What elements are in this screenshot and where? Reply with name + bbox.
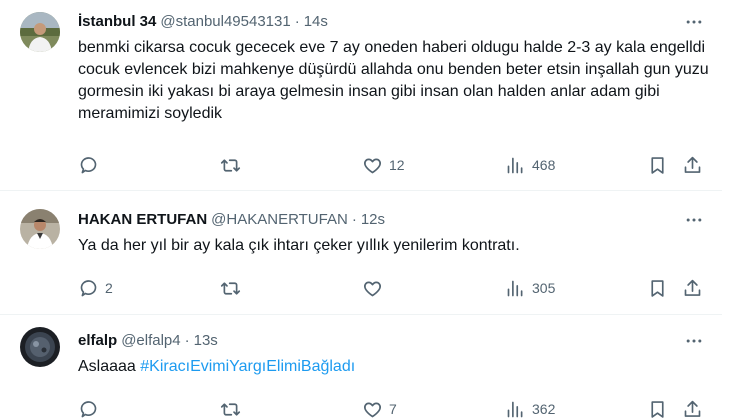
like-button[interactable] — [362, 276, 389, 300]
tweet-actions: 12 468 — [78, 153, 718, 177]
timestamp[interactable]: 12s — [361, 211, 385, 228]
hashtag-link[interactable]: #KiracıEvimiYargıElimiBağladı — [140, 358, 355, 375]
reply-icon — [80, 400, 97, 417]
avatar-elfalp[interactable] — [20, 327, 60, 367]
tweet-actions: 7 362 — [78, 397, 718, 420]
tweet-header: elfalp @elfalp4 · 13s — [78, 329, 218, 351]
avatar-hakanertufan[interactable] — [20, 209, 60, 249]
reply-icon — [80, 279, 97, 296]
bookmark-icon — [651, 156, 664, 174]
retweet-icon — [220, 402, 241, 416]
views-count: 468 — [532, 157, 556, 173]
tweet-header: İstanbul 34 @stanbul49543131 · 14s — [78, 10, 328, 32]
views-icon — [507, 157, 523, 173]
tweet-text: Ya da her yıl bir ay kala çık ihtarı çek… — [78, 237, 520, 254]
user-handle[interactable]: @HAKANERTUFAN — [211, 211, 348, 228]
share-button[interactable] — [682, 276, 703, 300]
retweet-icon — [220, 158, 241, 172]
share-icon — [684, 400, 701, 417]
share-button[interactable] — [682, 153, 703, 177]
views-count: 305 — [532, 280, 556, 296]
separator-dot: · — [184, 331, 190, 349]
bookmark-icon — [651, 400, 664, 418]
tweet-text-prefix: Aslaaaa — [78, 358, 141, 375]
more-icon — [686, 218, 702, 222]
bookmark-button[interactable] — [647, 153, 668, 177]
timestamp[interactable]: 14s — [304, 13, 328, 30]
separator-dot: · — [351, 210, 357, 228]
views-icon — [507, 401, 523, 417]
more-options-button[interactable] — [682, 329, 706, 353]
avatar-istanbul34[interactable] — [20, 12, 60, 52]
like-button[interactable]: 12 — [362, 153, 405, 177]
like-button[interactable]: 7 — [362, 397, 397, 420]
tweet-elfalp[interactable]: elfalp @elfalp4 · 13s Aslaaaa #KiracıEvi… — [0, 315, 730, 420]
reply-button[interactable] — [78, 397, 105, 420]
tweet-text: benmki cikarsa cocuk gececek eve 7 ay on… — [78, 39, 709, 122]
like-count: 12 — [389, 157, 405, 173]
views-count: 362 — [532, 401, 556, 417]
like-icon — [364, 281, 381, 296]
more-options-button[interactable] — [682, 208, 706, 232]
retweet-button[interactable] — [220, 153, 247, 177]
share-icon — [684, 156, 701, 173]
like-icon — [364, 158, 381, 173]
tweet-actions: 2 305 — [78, 276, 718, 300]
like-count: 7 — [389, 401, 397, 417]
views-icon — [507, 280, 523, 296]
timestamp[interactable]: 13s — [194, 332, 218, 349]
reply-icon — [80, 156, 97, 173]
separator-dot: · — [294, 12, 300, 30]
retweet-icon — [220, 281, 241, 295]
share-button[interactable] — [682, 397, 703, 420]
more-icon — [686, 20, 702, 24]
views-button[interactable]: 362 — [505, 397, 555, 420]
retweet-button[interactable] — [220, 397, 247, 420]
retweet-button[interactable] — [220, 276, 247, 300]
bookmark-button[interactable] — [647, 276, 668, 300]
display-name[interactable]: İstanbul 34 — [78, 13, 156, 30]
tweet-header: HAKAN ERTUFAN @HAKANERTUFAN · 12s — [78, 208, 385, 230]
share-icon — [684, 279, 701, 296]
display-name[interactable]: HAKAN ERTUFAN — [78, 211, 207, 228]
like-icon — [364, 402, 381, 417]
views-button[interactable]: 305 — [505, 276, 555, 300]
bookmark-icon — [651, 279, 664, 297]
tweet-hakanertufan[interactable]: HAKAN ERTUFAN @HAKANERTUFAN · 12s Ya da … — [0, 191, 730, 314]
more-icon — [686, 339, 702, 343]
views-button[interactable]: 468 — [505, 153, 555, 177]
tweet-text: Aslaaaa #KiracıEvimiYargıElimiBağladı — [78, 356, 718, 378]
bookmark-button[interactable] — [647, 397, 668, 420]
reply-button[interactable] — [78, 153, 105, 177]
tweet-istanbul34[interactable]: İstanbul 34 @stanbul49543131 · 14s benmk… — [0, 0, 730, 190]
display-name[interactable]: elfalp — [78, 332, 117, 349]
reply-button[interactable]: 2 — [78, 276, 113, 300]
user-handle[interactable]: @elfalp4 — [121, 332, 180, 349]
user-handle[interactable]: @stanbul49543131 — [160, 13, 290, 30]
more-options-button[interactable] — [682, 10, 706, 34]
reply-count: 2 — [105, 280, 113, 296]
